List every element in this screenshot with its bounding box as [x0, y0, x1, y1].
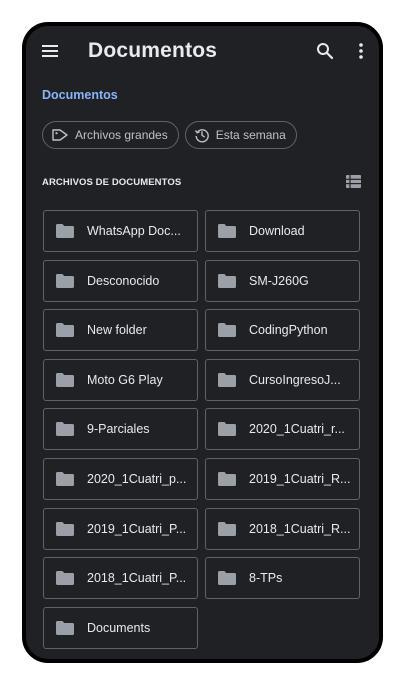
folder-name: WhatsApp Doc...: [87, 224, 181, 238]
section-title: ARCHIVOS DE DOCUMENTOS: [42, 177, 182, 188]
folder-item[interactable]: 2020_1Cuatri_r...: [205, 408, 360, 451]
folder-name: Desconocido: [87, 273, 160, 288]
folder-item[interactable]: Documents: [43, 606, 198, 649]
folder-icon: [56, 224, 74, 238]
folder-icon: [56, 620, 74, 635]
folder-name: SM-J260G: [249, 273, 309, 288]
folder-icon: [218, 571, 236, 586]
more-vert-icon[interactable]: [355, 41, 367, 61]
search-icon[interactable]: [315, 41, 335, 61]
folder-item[interactable]: WhatsApp Doc...: [43, 210, 198, 252]
folder-icon: [56, 471, 74, 486]
folder-item[interactable]: 2018_1Cuatri_R...: [205, 507, 360, 550]
folder-item[interactable]: CursoIngresoJ...: [205, 358, 360, 401]
folder-item[interactable]: 2018_1Cuatri_P...: [43, 557, 198, 600]
breadcrumb[interactable]: Documentos: [42, 88, 118, 102]
folder-item[interactable]: 2020_1Cuatri_p...: [43, 457, 198, 500]
page-title: Documentos: [88, 39, 218, 62]
folder-item[interactable]: New folder: [43, 309, 198, 352]
folder-icon: [56, 372, 74, 387]
folder-item[interactable]: Download: [205, 210, 360, 252]
chip-esta-semana[interactable]: Esta semana: [184, 121, 297, 149]
folder-item[interactable]: 2019_1Cuatri_P...: [43, 507, 198, 550]
folder-name: 2019_1Cuatri_R...: [249, 471, 351, 486]
folder-icon: [56, 273, 74, 288]
folder-name: 2018_1Cuatri_P...: [87, 571, 187, 586]
folder-item[interactable]: CodingPython: [205, 309, 360, 352]
folder-icon: [218, 224, 236, 238]
folder-name: CursoIngresoJ...: [249, 372, 341, 387]
folder-icon: [218, 471, 236, 486]
folder-icon: [56, 521, 74, 536]
history-icon: [194, 129, 209, 143]
device-frame: Documentos Documentos Archivos grandes E…: [22, 22, 383, 663]
folder-name: 8-TPs: [249, 571, 283, 586]
folder-icon: [56, 323, 74, 338]
folder-item[interactable]: SM-J260G: [205, 259, 360, 302]
folder-name: 2020_1Cuatri_p...: [87, 471, 187, 486]
folder-name: New folder: [87, 323, 147, 338]
folder-icon: [218, 323, 236, 338]
app-bar: Documentos: [26, 26, 379, 80]
list-view-icon[interactable]: [346, 175, 361, 188]
folder-item[interactable]: 2019_1Cuatri_R...: [205, 457, 360, 500]
folder-icon: [56, 422, 74, 437]
label-icon: [52, 129, 68, 141]
folder-name: 2019_1Cuatri_P...: [87, 521, 187, 536]
folder-item[interactable]: Moto G6 Play: [43, 358, 198, 401]
folder-item[interactable]: 9-Parciales: [43, 408, 198, 451]
folder-grid: WhatsApp Doc... Download Desconocido SM-…: [43, 210, 364, 649]
folder-icon: [218, 422, 236, 437]
chip-label: Esta semana: [215, 128, 286, 142]
folder-name: 2020_1Cuatri_r...: [249, 422, 345, 437]
folder-name: Moto G6 Play: [87, 372, 163, 387]
folder-icon: [218, 273, 236, 288]
chip-label: Archivos grandes: [75, 128, 168, 142]
folder-name: Documents: [87, 620, 151, 635]
filter-chips: Archivos grandes Esta semana: [42, 121, 297, 149]
folder-name: 9-Parciales: [87, 422, 150, 437]
folder-icon: [218, 372, 236, 387]
chip-archivos-grandes[interactable]: Archivos grandes: [42, 121, 179, 149]
folder-item[interactable]: Desconocido: [43, 259, 198, 302]
menu-icon[interactable]: [42, 45, 58, 57]
folder-icon: [56, 571, 74, 586]
folder-icon: [218, 521, 236, 536]
folder-name: CodingPython: [249, 323, 328, 338]
folder-name: Download: [249, 224, 305, 238]
folder-name: 2018_1Cuatri_R...: [249, 521, 351, 536]
folder-item[interactable]: 8-TPs: [205, 557, 360, 600]
